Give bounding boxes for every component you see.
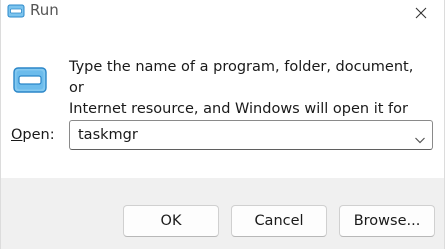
open-label-text: pen: <box>22 127 55 143</box>
chevron-down-icon[interactable] <box>414 130 426 144</box>
open-combobox[interactable]: taskmgr <box>69 120 433 150</box>
window-title: Run <box>30 1 59 19</box>
button-bar: OK Cancel Browse... <box>1 178 444 249</box>
open-label-accelerator: O <box>11 127 23 143</box>
browse-button[interactable]: Browse... <box>339 205 435 237</box>
title-bar: Run <box>1 0 444 26</box>
run-icon <box>7 3 25 18</box>
instruction-line-1: Type the name of a program, folder, docu… <box>69 59 414 96</box>
ok-button[interactable]: OK <box>123 205 219 237</box>
open-input[interactable]: taskmgr <box>78 126 138 144</box>
cancel-button[interactable]: Cancel <box>231 205 327 237</box>
run-dialog: Run Type the name of a program, folder, … <box>0 0 445 249</box>
close-button[interactable] <box>398 0 444 26</box>
dialog-body: Type the name of a program, folder, docu… <box>1 26 444 178</box>
close-icon <box>415 7 427 19</box>
open-label: Open: <box>11 127 55 143</box>
run-icon <box>13 66 47 94</box>
